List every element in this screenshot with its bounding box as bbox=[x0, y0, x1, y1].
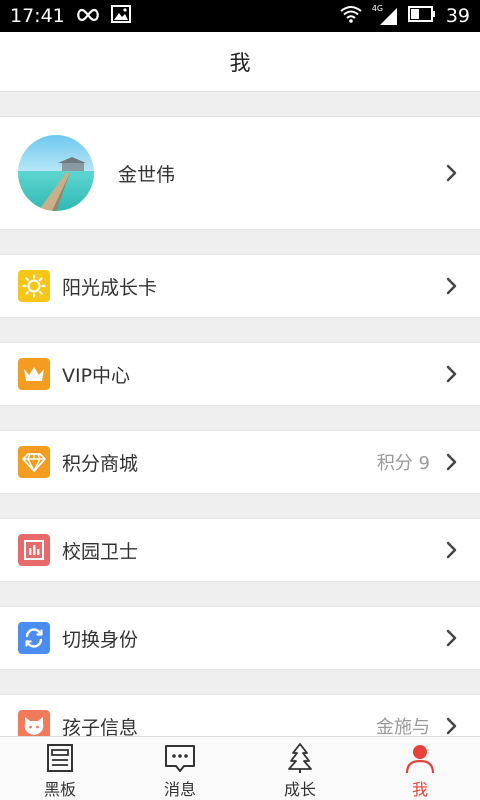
blackboard-icon bbox=[43, 741, 77, 775]
menu-item-growth-card[interactable]: 阳光成长卡 bbox=[0, 254, 480, 318]
chevron-right-icon bbox=[438, 272, 466, 300]
points-value: 积分 9 bbox=[376, 453, 430, 474]
menu-item-label: VIP中心 bbox=[62, 364, 131, 387]
menu-item-switch-identity[interactable]: 切换身份 bbox=[0, 606, 480, 670]
infinity-icon bbox=[75, 7, 101, 26]
profile-row[interactable]: 金世伟 bbox=[0, 116, 480, 230]
chevron-right-icon bbox=[438, 360, 466, 388]
page-header: 我 bbox=[0, 32, 480, 92]
nav-label: 黑板 bbox=[43, 780, 76, 799]
battery-level: 39 bbox=[445, 5, 470, 27]
message-icon bbox=[163, 741, 197, 775]
menu-item-points-mall[interactable]: 积分商城 积分 9 bbox=[0, 430, 480, 494]
wifi-icon bbox=[340, 5, 362, 27]
nav-label: 成长 bbox=[283, 780, 316, 799]
chevron-right-icon bbox=[438, 624, 466, 652]
chevron-right-icon bbox=[438, 448, 466, 476]
tree-icon bbox=[283, 741, 317, 775]
menu-item-campus-guard[interactable]: 校园卫士 bbox=[0, 518, 480, 582]
profile-name: 金世伟 bbox=[118, 163, 176, 186]
status-time: 17:41 bbox=[10, 5, 65, 27]
menu-item-label: 切换身份 bbox=[62, 628, 139, 651]
battery-icon bbox=[407, 6, 436, 26]
chevron-right-icon bbox=[438, 536, 466, 564]
menu-item-label: 积分商城 bbox=[62, 452, 139, 475]
diamond-icon bbox=[18, 446, 50, 478]
nav-label: 消息 bbox=[163, 780, 196, 799]
nav-item-growth[interactable]: 成长 bbox=[240, 737, 360, 800]
chevron-right-icon bbox=[438, 159, 466, 187]
person-icon bbox=[403, 741, 437, 775]
page-title: 我 bbox=[229, 50, 251, 75]
chart-shield-icon bbox=[18, 534, 50, 566]
sun-card-icon bbox=[18, 270, 50, 302]
image-icon bbox=[110, 5, 131, 27]
nav-item-blackboard[interactable]: 黑板 bbox=[0, 737, 120, 800]
menu-item-label: 校园卫士 bbox=[62, 540, 139, 563]
bottom-nav: 黑板 消息 成长 我 bbox=[0, 736, 480, 800]
menu-item-label: 阳光成长卡 bbox=[62, 276, 158, 299]
signal-icon: 4G bbox=[372, 4, 398, 26]
nav-label: 我 bbox=[411, 780, 428, 799]
nav-item-me[interactable]: 我 bbox=[360, 737, 480, 800]
status-bar: 17:41 4G 39 bbox=[0, 0, 480, 32]
crown-icon bbox=[18, 358, 50, 390]
menu-item-vip-center[interactable]: VIP中心 bbox=[0, 342, 480, 406]
switch-icon bbox=[18, 622, 50, 654]
avatar bbox=[18, 135, 94, 211]
nav-item-messages[interactable]: 消息 bbox=[120, 737, 240, 800]
